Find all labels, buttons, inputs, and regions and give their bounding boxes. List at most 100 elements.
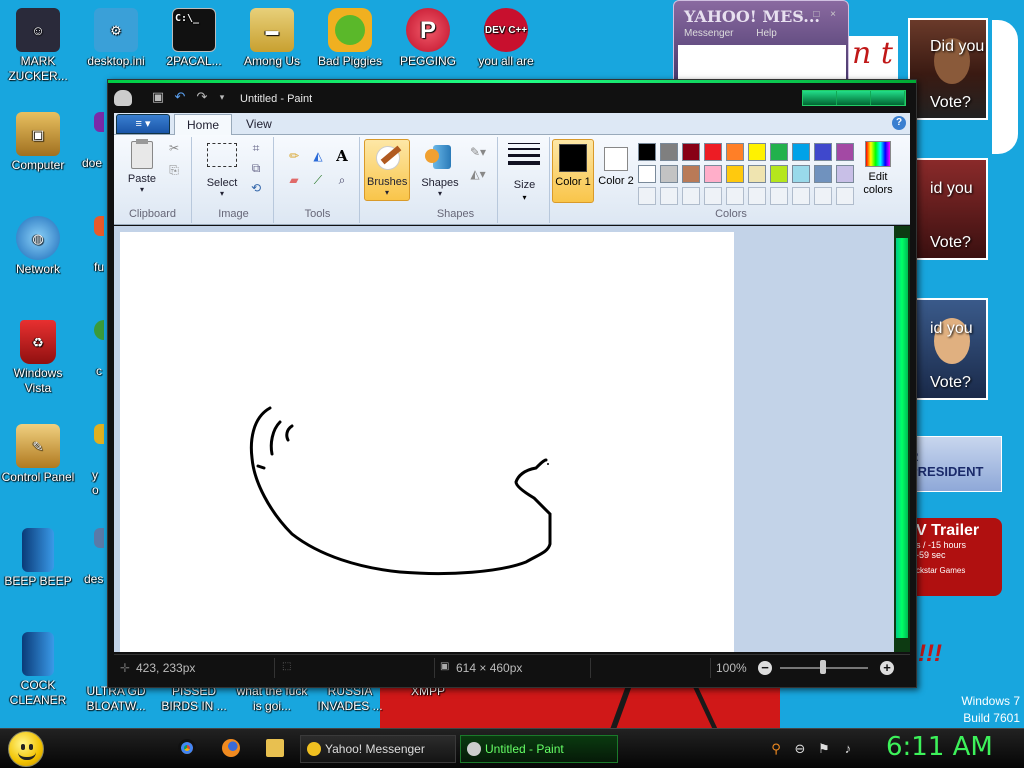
vertical-scrollbar[interactable] [894, 226, 910, 652]
fill-shape-icon[interactable]: ◭▾ [464, 165, 492, 183]
desktop-icon-fu[interactable]: fu [74, 216, 104, 275]
search-icon[interactable]: ⚲ [768, 741, 784, 757]
desktop-icon-you-all-are[interactable]: DEV C++ you all are [468, 8, 544, 69]
flag-icon[interactable]: ⚑ [816, 741, 832, 757]
resize-icon[interactable]: ⧉ [246, 159, 266, 177]
palette-swatch[interactable] [748, 143, 766, 161]
palette-swatch[interactable] [660, 143, 678, 161]
crop-icon[interactable]: ⌗ [246, 139, 266, 157]
yahoo-menu-help[interactable]: Help [756, 28, 777, 39]
color2-button[interactable]: Color 2 [596, 139, 636, 203]
shapes-button[interactable]: Shapes ▾ [418, 143, 462, 198]
palette-swatch[interactable] [726, 165, 744, 183]
tab-home[interactable]: Home [174, 114, 233, 135]
palette-swatch[interactable] [682, 165, 700, 183]
palette-swatch[interactable] [638, 165, 656, 183]
ad-president-banner[interactable]: R PRESIDENT [908, 436, 1002, 492]
minus-circle-icon[interactable]: ⊖ [792, 741, 808, 757]
desktop-icon-control-panel[interactable]: ✎ Control Panel [0, 424, 76, 485]
desktop-icon-computer[interactable]: ▣ Computer [0, 112, 76, 173]
zoom-in-button[interactable]: + [880, 661, 894, 675]
window-controls[interactable] [802, 90, 906, 106]
palette-swatch[interactable] [814, 165, 832, 183]
palette-swatch[interactable] [792, 187, 810, 205]
copy-icon[interactable]: ⎘ [164, 161, 184, 179]
palette-swatch[interactable] [836, 165, 854, 183]
palette-swatch[interactable] [682, 143, 700, 161]
task-yahoo-messenger[interactable]: Yahoo! Messenger [300, 735, 456, 763]
ad-trailer-banner[interactable]: V Trailer s / -15 hours -59 sec ckstar G… [908, 518, 1002, 596]
palette-swatch[interactable] [660, 165, 678, 183]
palette-swatch[interactable] [748, 187, 766, 205]
palette-swatch[interactable] [704, 187, 722, 205]
palette-swatch[interactable] [748, 165, 766, 183]
cut-icon[interactable]: ✂ [164, 139, 184, 157]
palette-swatch[interactable] [792, 165, 810, 183]
palette-swatch[interactable] [770, 165, 788, 183]
help-icon[interactable]: ? [892, 116, 906, 130]
color1-button[interactable]: Color 1 [552, 139, 594, 203]
volume-icon[interactable]: ♪ [840, 741, 856, 757]
paste-button[interactable]: Paste ▾ [122, 139, 162, 194]
color-picker-icon[interactable]: ⟋ [308, 171, 328, 189]
palette-swatch[interactable] [792, 143, 810, 161]
palette-swatch[interactable] [726, 187, 744, 205]
desktop-icon-c[interactable]: c [74, 320, 104, 379]
start-button[interactable] [8, 731, 44, 767]
desktop-icon-windows-vista[interactable]: ♻ Windows Vista [0, 320, 76, 396]
rotate-icon[interactable]: ⟲ [246, 179, 266, 197]
paint-window[interactable]: ▣ ↶ ↷ ▾ Untitled - Paint ≡ ▾ Home View ?… [107, 79, 917, 688]
zoom-out-button[interactable]: − [758, 661, 772, 675]
desktop-icon-among-us[interactable]: ▬ Among Us [234, 8, 310, 69]
desktop-icon-doe[interactable]: doe [74, 112, 104, 171]
zoom-slider-thumb[interactable] [820, 660, 826, 674]
text-icon[interactable]: A [332, 147, 352, 165]
select-button[interactable]: Select ▾ [198, 143, 246, 198]
palette-swatch[interactable] [770, 143, 788, 161]
desktop-icon-beep-beep[interactable]: BEEP BEEP [0, 528, 76, 589]
size-group[interactable]: Size ▾ [500, 137, 550, 223]
save-icon[interactable]: ▣ [150, 90, 166, 104]
customize-toolbar-icon[interactable]: ▾ [214, 90, 230, 104]
tab-view[interactable]: View [234, 114, 284, 135]
palette-swatch[interactable] [704, 143, 722, 161]
desktop-icon-what-the[interactable]: what the fuck is goi... [234, 684, 310, 714]
drawing-canvas[interactable] [120, 232, 734, 652]
edit-colors-button[interactable]: Edit colors [856, 139, 900, 203]
fill-icon[interactable]: ◭ [308, 147, 328, 165]
desktop-icon-russia-invades[interactable]: RUSSIA INVADES ... [312, 684, 388, 714]
desktop-icon-yo[interactable]: yo [74, 424, 104, 498]
palette-swatch[interactable] [704, 165, 722, 183]
firefox-taskbar-icon[interactable] [222, 739, 240, 757]
palette-swatch[interactable] [638, 187, 656, 205]
palette-swatch[interactable] [682, 187, 700, 205]
desktop-icon-2pacal[interactable]: C:\_ 2PACAL... [156, 8, 232, 69]
palette-swatch[interactable] [814, 143, 832, 161]
yahoo-menu-messenger[interactable]: Messenger [684, 28, 733, 39]
explorer-taskbar-icon[interactable] [266, 739, 284, 757]
outline-icon[interactable]: ✎▾ [464, 143, 492, 161]
desktop-icon-pegging[interactable]: P PEGGING [390, 8, 466, 69]
palette-swatch[interactable] [660, 187, 678, 205]
paint-app-icon[interactable] [114, 90, 132, 106]
magnifier-icon[interactable]: ⌕ [332, 171, 352, 189]
brushes-button[interactable]: Brushes ▾ [364, 139, 410, 201]
task-paint[interactable]: Untitled - Paint [460, 735, 618, 763]
ad-vote-photo-2[interactable]: id you Vote? [908, 158, 988, 260]
desktop-icon-mark-zucker[interactable]: ☺ MARK ZUCKER... [0, 8, 76, 84]
desktop-icon-desktop-ini[interactable]: ⚙ desktop.ini [78, 8, 154, 69]
palette-swatch[interactable] [836, 187, 854, 205]
ad-vote-photo-1[interactable]: Did you Vote? [908, 18, 988, 120]
ad-vote-photo-3[interactable]: id you Vote? [908, 298, 988, 400]
undo-icon[interactable]: ↶ [172, 90, 188, 104]
desktop-icon-ultra-gd[interactable]: ULTRA GD BLOATW... [78, 684, 154, 714]
eraser-icon[interactable]: ▰ [284, 171, 304, 189]
redo-icon[interactable]: ↷ [194, 90, 210, 104]
desktop-icon-bad-piggies[interactable]: Bad Piggies [312, 8, 388, 69]
palette-swatch[interactable] [814, 187, 832, 205]
yahoo-window-controls[interactable]: – □ × [797, 9, 840, 20]
palette-swatch[interactable] [638, 143, 656, 161]
desktop-icon-cock-cleaner[interactable]: COCK CLEANER [0, 632, 76, 708]
title-bar[interactable]: ▣ ↶ ↷ ▾ Untitled - Paint [108, 84, 916, 112]
desktop-icon-network[interactable]: ◍ Network [0, 216, 76, 277]
